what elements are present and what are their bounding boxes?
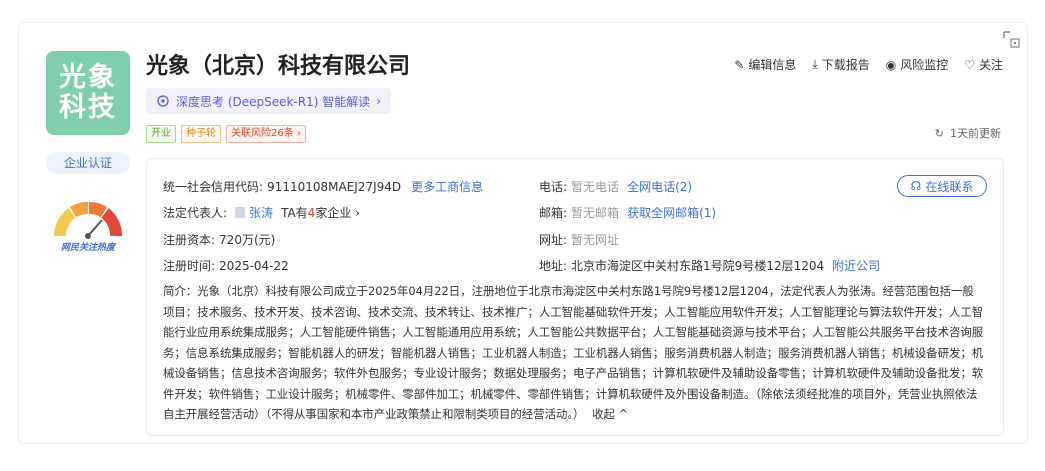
nearby-companies-link[interactable]: 附近公司	[832, 257, 880, 274]
tag-list: 开业 种子轮 关联风险26条 ›	[146, 125, 306, 143]
tag-funding: 种子轮	[181, 125, 221, 143]
info-panel: 统一社会信用代码: 91110108MAEJ27J94D 更多工商信息 法定代表…	[146, 158, 1004, 436]
sparkle-icon	[157, 95, 169, 107]
company-brief: 简介：光象（北京）科技有限公司成立于2025年04月22日，注册地位于北京市海淀…	[163, 281, 985, 425]
qr-corner-icon[interactable]	[1002, 30, 1024, 52]
address-row: 地址: 北京市海淀区中关村东路1号院9号楼12层1204 附近公司	[539, 257, 881, 274]
capital-value: 720万(元)	[219, 233, 276, 247]
credit-code-row: 统一社会信用代码: 91110108MAEJ27J94D 更多工商信息	[163, 178, 484, 195]
more-biz-link[interactable]: 更多工商信息	[411, 178, 483, 195]
tag-status: 开业	[146, 125, 176, 143]
address-value: 北京市海淀区中关村东路1号院9号楼12层1204	[571, 259, 825, 273]
ai-interpret-label: 深度思考 (DeepSeek-R1) 智能解读	[176, 94, 371, 109]
capital-row: 注册资本: 720万(元)	[163, 233, 276, 247]
action-bar: ✎ 编辑信息 ⤓ 下载报告 ◉ 风险监控 ♡ 关注	[734, 56, 1003, 73]
pencil-icon: ✎	[734, 57, 745, 72]
company-name: 光象（北京）科技有限公司	[146, 54, 411, 79]
cert-badge[interactable]: 企业认证	[46, 152, 130, 174]
website-row: 网址: 暂无网址	[539, 233, 620, 247]
reg-date-row: 注册时间: 2025-04-22	[163, 258, 289, 274]
online-contact-button[interactable]: ☊ 在线联系	[897, 175, 987, 197]
legal-rep-link[interactable]: 张涛	[249, 204, 273, 221]
download-report-button[interactable]: ⤓ 下载报告	[812, 56, 869, 73]
credit-code-value: 91110108MAEJ27J94D	[267, 179, 402, 194]
person-icon	[235, 207, 246, 218]
all-emails-link[interactable]: 获取全网邮箱(1)	[627, 204, 716, 221]
update-status[interactable]: ↻ 1天前更新	[935, 125, 1001, 141]
collapse-button[interactable]: 收起 ^	[592, 407, 628, 421]
risk-monitor-button[interactable]: ◉ 风险监控	[886, 56, 949, 73]
download-icon: ⤓	[812, 57, 818, 71]
edit-info-button[interactable]: ✎ 编辑信息	[734, 56, 796, 73]
eye-icon: ◉	[885, 57, 897, 72]
heart-icon: ♡	[964, 57, 975, 72]
headset-icon: ☊	[910, 179, 922, 193]
chevron-right-icon: ›	[376, 94, 382, 108]
reg-date-value: 2025-04-22	[219, 258, 289, 273]
brief-text: 简介：光象（北京）科技有限公司成立于2025年04月22日，注册地位于北京市海淀…	[163, 284, 984, 421]
company-logo: 光象 科技	[46, 51, 130, 135]
refresh-icon: ↻	[934, 126, 944, 140]
phone-row: 电话: 暂无电话 全网电话(2)	[539, 178, 693, 195]
logo-text-1: 光象	[59, 62, 117, 93]
tag-risk[interactable]: 关联风险26条 ›	[226, 125, 306, 143]
logo-text-2: 科技	[59, 92, 117, 123]
ta-enterprises-link[interactable]: TA有4家企业 ›	[281, 204, 360, 221]
all-phones-link[interactable]: 全网电话(2)	[627, 178, 692, 195]
heat-label: 网民关注热度	[60, 243, 115, 253]
email-row: 邮箱: 暂无邮箱 获取全网邮箱(1)	[539, 204, 717, 221]
legal-rep-row: 法定代表人: 张涛 TA有4家企业 ›	[163, 204, 360, 221]
ai-interpret-button[interactable]: 深度思考 (DeepSeek-R1) 智能解读 ›	[146, 88, 392, 114]
follow-button[interactable]: ♡ 关注	[964, 56, 1003, 73]
